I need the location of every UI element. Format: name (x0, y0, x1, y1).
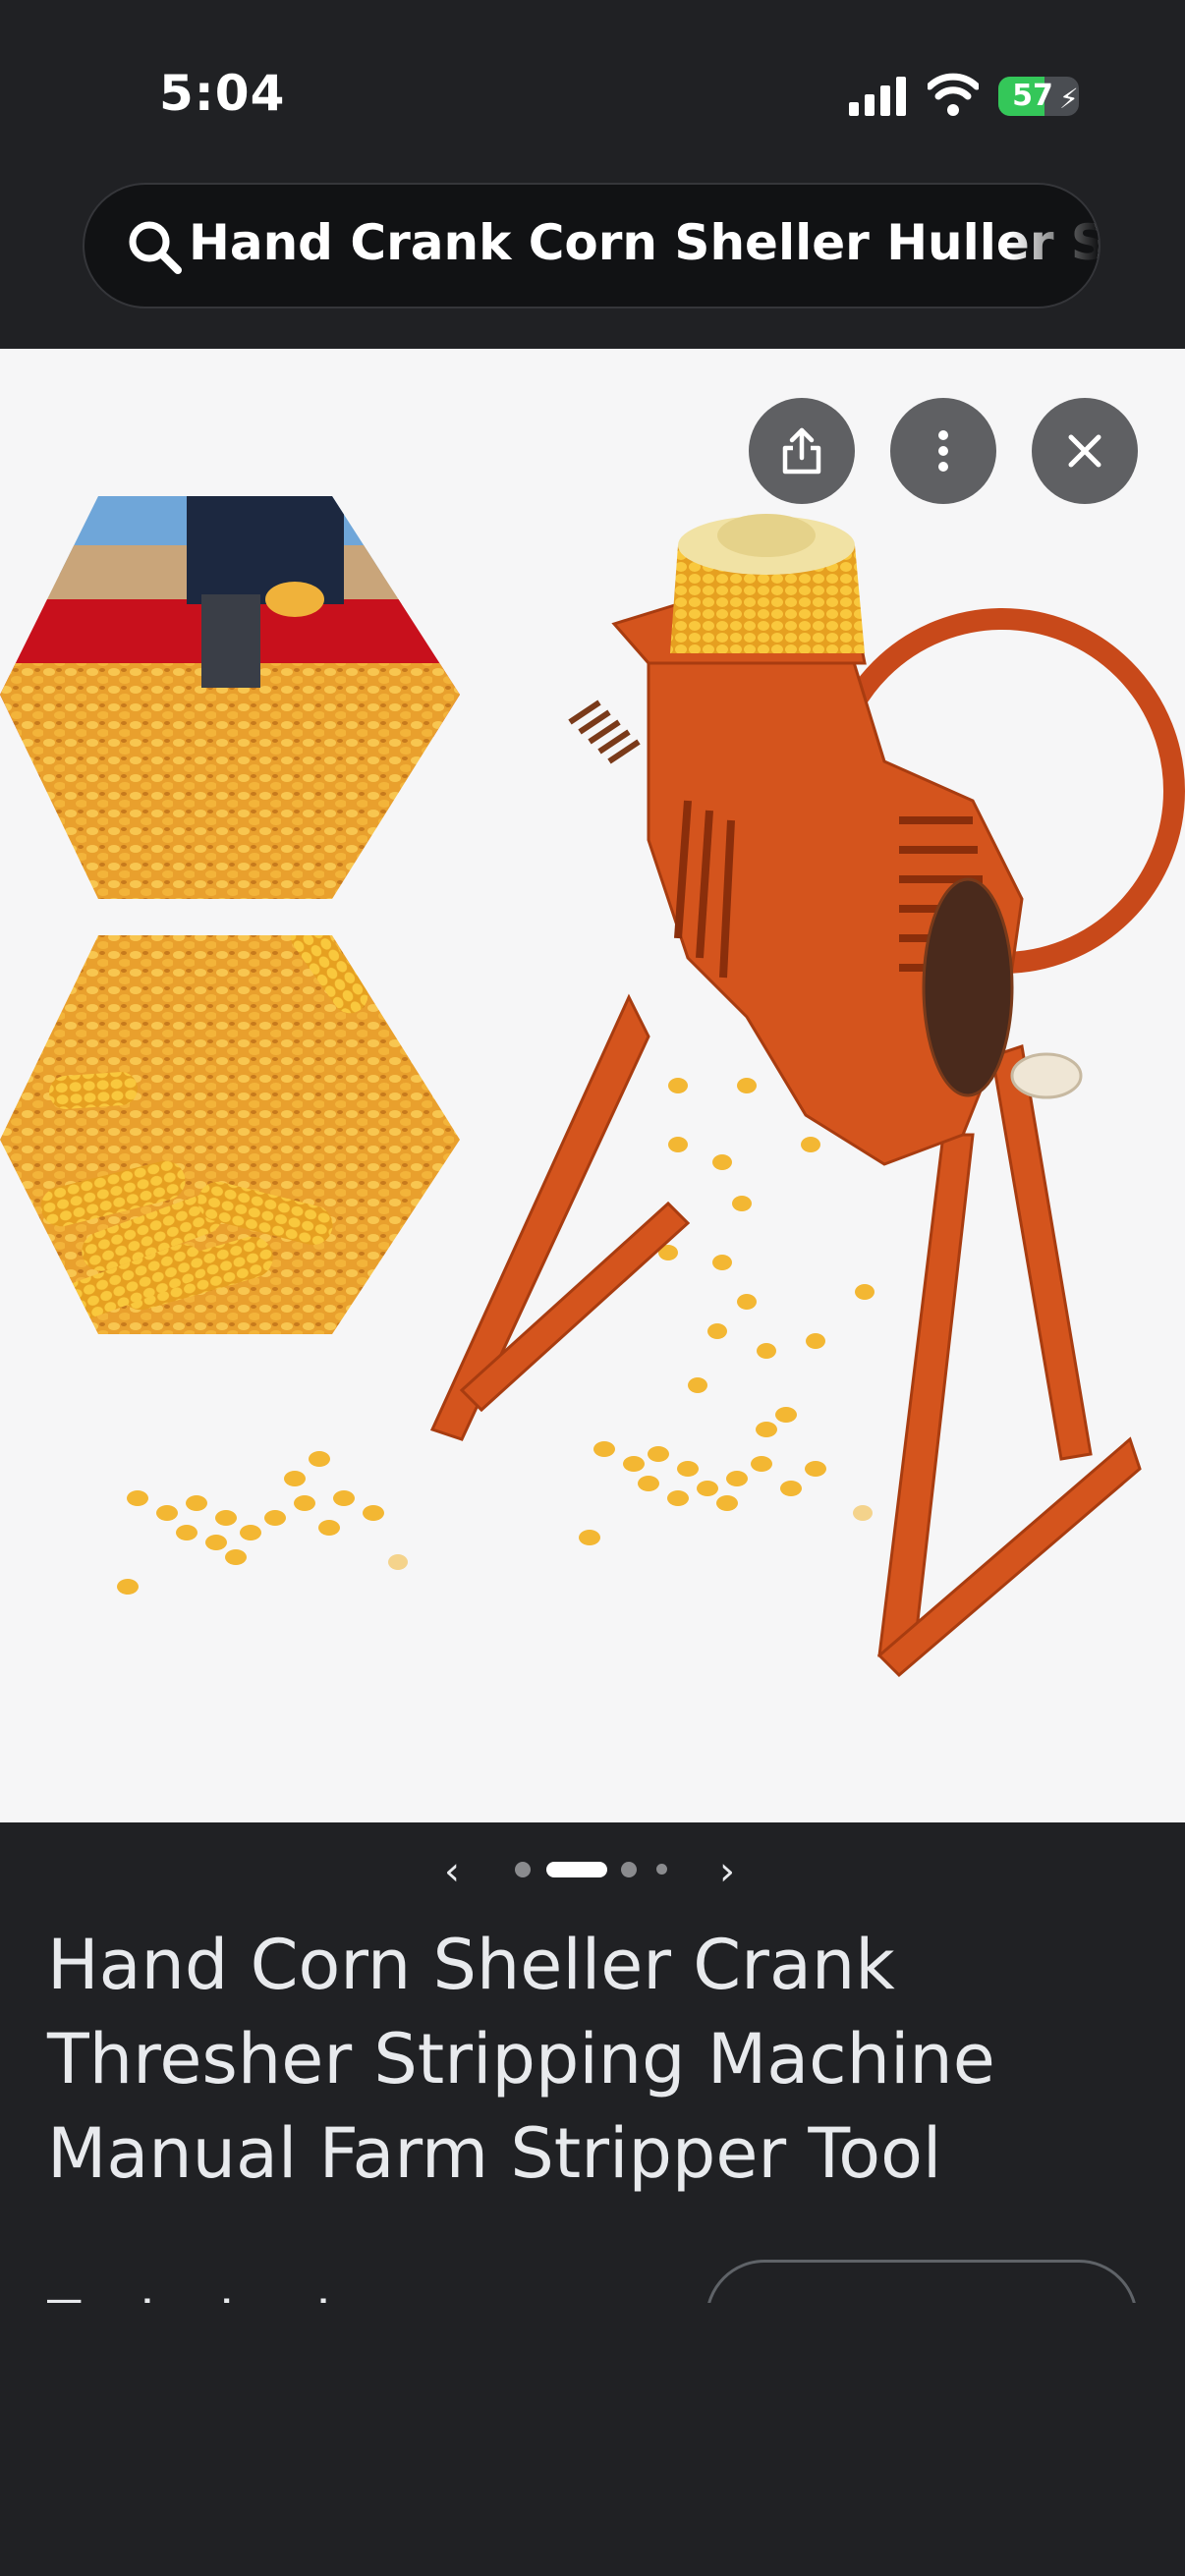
pager-dot-active[interactable] (546, 1862, 607, 1877)
status-time: 5:04 (159, 65, 286, 122)
cellular-signal-icon (849, 77, 906, 116)
more-vertical-icon (938, 430, 948, 472)
corn-truck-hexagon-image (0, 496, 460, 899)
search-query-text[interactable]: Hand Crank Corn Sheller Huller Shu (189, 214, 1099, 271)
product-title: Hand Corn Sheller Crank Thresher Strippi… (47, 1925, 995, 2194)
battery-icon: 57 ⚡ (998, 77, 1079, 116)
close-icon (1068, 434, 1101, 468)
search-fade-overlay (1010, 185, 1099, 307)
share-icon (782, 427, 821, 475)
cut-off-text-label: Typical colour (47, 2295, 637, 2304)
product-image-panel[interactable] (0, 349, 1185, 1822)
search-bar[interactable]: Hand Crank Corn Sheller Huller Shu (83, 183, 1100, 308)
search-icon (129, 221, 182, 274)
more-options-button[interactable] (890, 398, 996, 504)
status-bar: 5:04 57 ⚡ (0, 0, 1185, 187)
wifi-icon (928, 73, 979, 116)
pager-dot[interactable] (515, 1862, 531, 1877)
pager-dot[interactable] (621, 1862, 637, 1877)
previous-image-button[interactable]: ‹ (444, 1849, 460, 1894)
pager-dot[interactable] (656, 1864, 667, 1875)
share-button[interactable] (749, 398, 855, 504)
cut-off-button-label: Toggle (705, 2295, 1138, 2303)
next-image-button[interactable]: › (719, 1849, 735, 1894)
cut-off-button[interactable]: Toggle (705, 2260, 1138, 2303)
close-button[interactable] (1032, 398, 1138, 504)
cut-off-text: Typical colour (47, 2260, 637, 2304)
image-pager: ‹ › (0, 1845, 1185, 1894)
product-image (0, 496, 1185, 1678)
corn-cobs-hexagon-image (0, 935, 460, 1334)
corn-cob-in-hopper (670, 514, 865, 653)
charging-bolt-icon: ⚡ (1059, 83, 1079, 115)
battery-percent: 57 (1012, 79, 1053, 113)
